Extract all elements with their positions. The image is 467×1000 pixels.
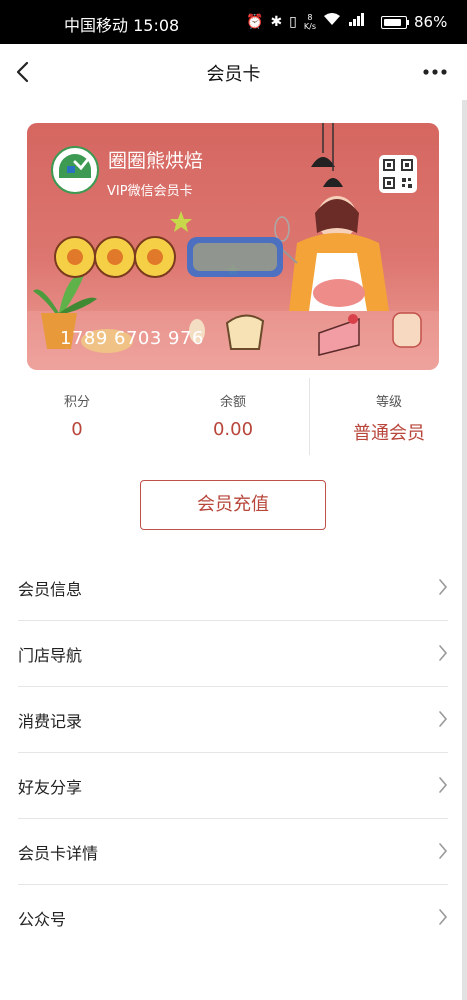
chevron-right-icon <box>439 777 448 793</box>
points-label: 积分 <box>63 395 90 410</box>
page-title: 会员卡 <box>206 64 261 85</box>
battery-icon <box>381 16 407 29</box>
membership-card[interactable]: 圈圈熊烘焙 VIP微信会员卡 1789 6703 976 <box>27 123 439 370</box>
menu-item-label: 公众号 <box>18 910 67 929</box>
menu-item-label: 会员卡详情 <box>18 844 99 863</box>
signal-icon <box>348 12 366 32</box>
battery-fill <box>384 19 401 26</box>
battery-tip <box>407 20 409 25</box>
network-speed: 8 K/s <box>304 13 316 31</box>
chevron-right-icon <box>439 909 448 925</box>
menu-item-purchase-records[interactable]: 消费记录 <box>18 687 448 753</box>
more-dots-icon <box>423 69 447 75</box>
status-bar: 中国移动 15:08 ⏰ ✱ ▯ 8 K/s 86% <box>0 0 467 44</box>
menu-item-share-friends[interactable]: 好友分享 <box>18 753 448 819</box>
menu-item-label: 消费记录 <box>18 712 83 731</box>
points-value: 0 <box>71 419 83 440</box>
menu-item-official-account[interactable]: 公众号 <box>18 885 448 950</box>
level-value: 普通会员 <box>353 423 425 444</box>
network-speed-value: 8 <box>307 13 313 22</box>
member-stats: 积分 0 余额 0.00 等级 普通会员 <box>0 378 467 458</box>
menu-item-member-info[interactable]: 会员信息 <box>18 555 448 621</box>
more-button[interactable] <box>420 60 450 84</box>
chevron-right-icon <box>439 579 448 595</box>
card-number: 1789 6703 976 <box>60 328 204 349</box>
vibrate-icon: ▯ <box>289 14 297 30</box>
nav-bar: 会员卡 <box>0 44 467 100</box>
alarm-icon: ⏰ <box>246 14 264 30</box>
chevron-right-icon <box>439 645 448 661</box>
balance-value: 0.00 <box>212 419 254 440</box>
menu-item-label: 好友分享 <box>18 778 83 797</box>
brand-logo <box>53 225 289 293</box>
level-label: 等级 <box>375 395 402 410</box>
menu-item-label: 会员信息 <box>18 580 83 599</box>
menu-item-label: 门店导航 <box>18 646 83 665</box>
menu-item-store-navigation[interactable]: 门店导航 <box>18 621 448 687</box>
status-icons: ⏰ ✱ ▯ 8 K/s <box>246 12 366 32</box>
menu-list: 会员信息 门店导航 消费记录 好友分享 会员卡详情 公众号 <box>0 555 467 950</box>
wifi-icon <box>323 12 341 32</box>
chevron-right-icon <box>439 843 448 859</box>
menu-item-card-details[interactable]: 会员卡详情 <box>18 819 448 885</box>
recharge-button[interactable]: 会员充值 <box>140 480 326 530</box>
carrier-time: 中国移动 15:08 <box>64 16 180 35</box>
balance-label: 余额 <box>219 395 246 410</box>
chevron-right-icon <box>439 711 448 727</box>
battery-percent: 86% <box>414 13 448 31</box>
bluetooth-icon: ✱ <box>270 14 283 30</box>
network-speed-unit: K/s <box>303 22 316 31</box>
stats-divider <box>309 378 310 455</box>
